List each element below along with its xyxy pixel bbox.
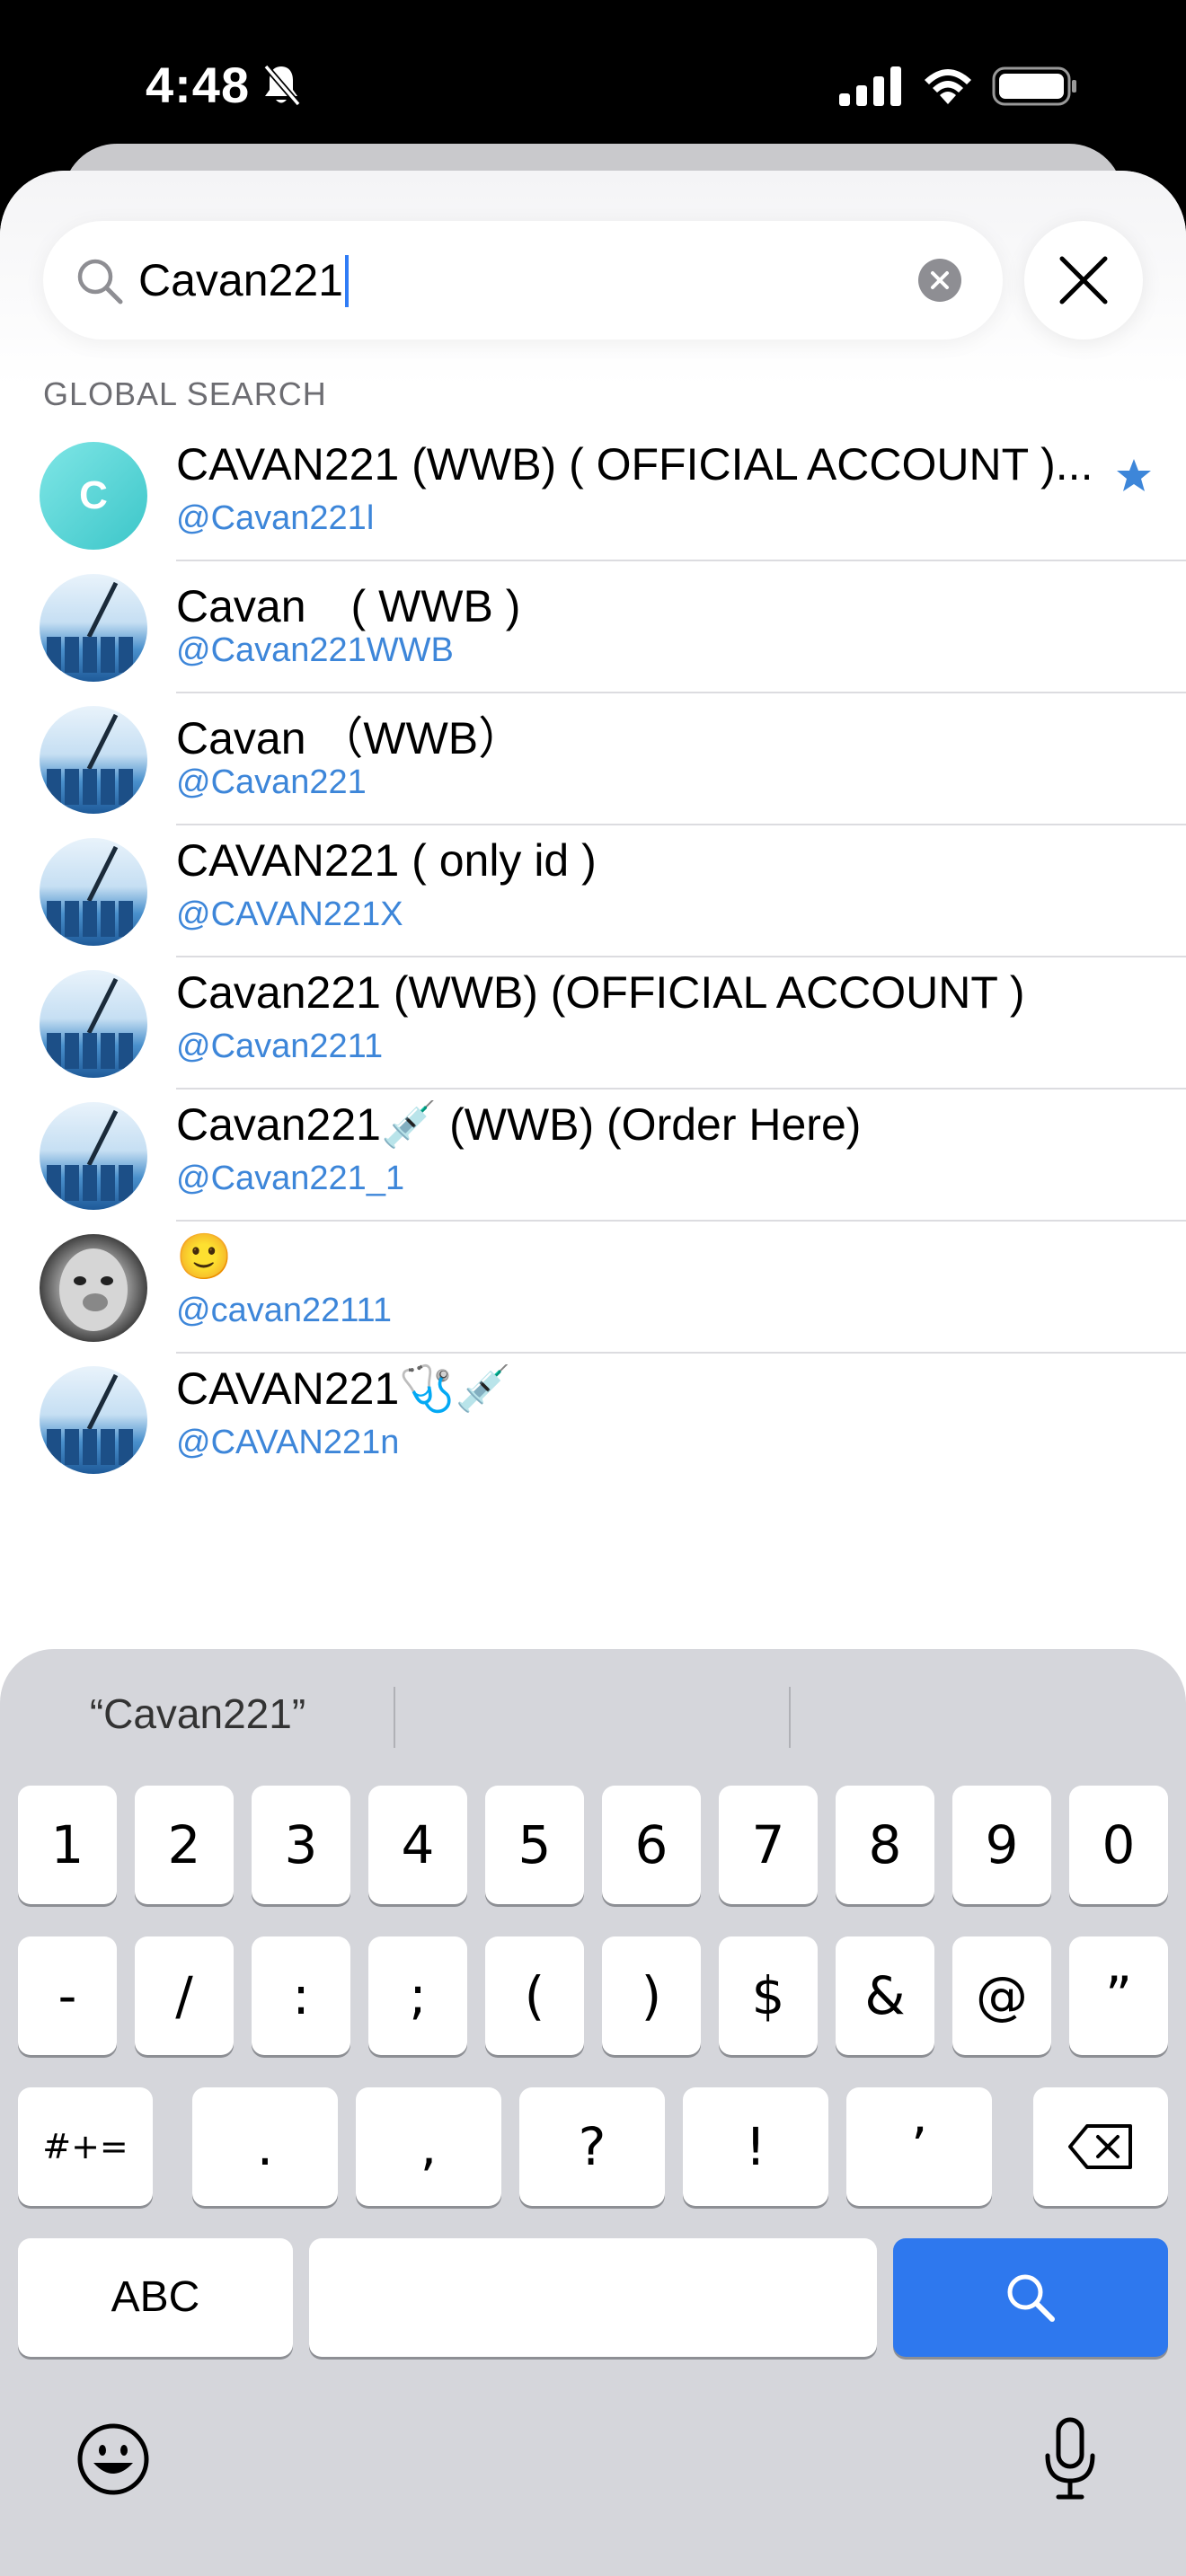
- key-semicolon[interactable]: ;: [368, 1936, 467, 2055]
- key-4[interactable]: 4: [368, 1786, 467, 1904]
- backspace-key[interactable]: [1033, 2087, 1168, 2206]
- key-period[interactable]: .: [192, 2087, 338, 2206]
- result-title: Cavan ( WWB ): [176, 581, 521, 631]
- status-time: 4:48: [146, 57, 251, 113]
- vial-image: [47, 713, 133, 805]
- key-9[interactable]: 9: [952, 1786, 1051, 1904]
- result-title: 🙂: [176, 1231, 233, 1282]
- vial-image: [47, 977, 133, 1069]
- vial-image: [47, 1373, 133, 1465]
- key-apostrophe[interactable]: ’: [846, 2087, 992, 2206]
- key-symbols-toggle[interactable]: #+=: [18, 2087, 153, 2206]
- vial-image: [47, 845, 133, 937]
- key-colon[interactable]: :: [252, 1936, 350, 2055]
- key-5[interactable]: 5: [485, 1786, 584, 1904]
- suggestion-divider: [394, 1687, 395, 1748]
- result-handle: @cavan22111: [176, 1292, 393, 1329]
- search-results-list: C CAVAN221 (WWB) ( OFFICIAL ACCOUNT )...…: [0, 429, 1186, 1486]
- backspace-icon: [1068, 2124, 1132, 2169]
- key-at[interactable]: @: [952, 1936, 1051, 2055]
- result-row[interactable]: 🙂 @cavan22111: [0, 1222, 1186, 1354]
- avatar: [40, 1102, 147, 1210]
- search-query-text: Cavan221: [138, 255, 343, 305]
- avatar: [40, 838, 147, 946]
- section-label-global-search: GLOBAL SEARCH: [43, 375, 327, 412]
- key-6[interactable]: 6: [602, 1786, 701, 1904]
- cellular-signal-icon: [839, 66, 901, 106]
- key-1[interactable]: 1: [18, 1786, 117, 1904]
- search-icon: [77, 259, 123, 304]
- result-handle: @CAVAN221X: [176, 895, 403, 933]
- key-quote[interactable]: ”: [1069, 1936, 1168, 2055]
- key-question[interactable]: ?: [519, 2087, 665, 2206]
- keyboard: “Cavan221” 1 2 3 4 5 6 7 8 9 0 - / : ; (…: [0, 1649, 1186, 2576]
- key-ampersand[interactable]: &: [836, 1936, 934, 2055]
- avatar: [40, 574, 147, 682]
- key-comma[interactable]: ,: [356, 2087, 501, 2206]
- vial-image: [47, 581, 133, 673]
- search-submit-button[interactable]: [893, 2238, 1168, 2357]
- key-hyphen[interactable]: -: [18, 1936, 117, 2055]
- avatar: [40, 1366, 147, 1474]
- result-row[interactable]: Cavan221 (WWB) (OFFICIAL ACCOUNT ) @Cava…: [0, 957, 1186, 1090]
- face-image: [59, 1248, 128, 1331]
- result-handle: @Cavan2211: [176, 1028, 384, 1065]
- close-icon: [1059, 256, 1108, 304]
- avatar: [40, 706, 147, 814]
- result-handle: @Cavan221WWB: [176, 631, 454, 669]
- search-icon: [1007, 2274, 1055, 2322]
- avatar: C: [40, 442, 147, 550]
- key-7[interactable]: 7: [719, 1786, 818, 1904]
- result-row[interactable]: Cavan （WWB） @Cavan221: [0, 693, 1186, 825]
- result-row[interactable]: Cavan ( WWB ) @Cavan221WWB: [0, 561, 1186, 693]
- suggestion-bar: “Cavan221”: [0, 1678, 1186, 1750]
- key-exclamation[interactable]: !: [683, 2087, 828, 2206]
- clear-x-glyph: [931, 271, 949, 289]
- key-3[interactable]: 3: [252, 1786, 350, 1904]
- result-title: Cavan221 (WWB) (OFFICIAL ACCOUNT ): [176, 967, 1025, 1018]
- search-header: Cavan221: [0, 171, 1186, 386]
- result-title: Cavan （WWB）: [176, 713, 524, 763]
- result-row[interactable]: CAVAN221 ( only id ) @CAVAN221X: [0, 825, 1186, 957]
- key-dollar[interactable]: $: [719, 1936, 818, 2055]
- close-search-button[interactable]: [1024, 221, 1143, 340]
- avatar: [40, 970, 147, 1078]
- bell-muted-icon: [263, 64, 301, 107]
- key-open-paren[interactable]: (: [485, 1936, 584, 2055]
- result-handle: @CAVAN221n: [176, 1424, 400, 1461]
- key-2[interactable]: 2: [135, 1786, 234, 1904]
- result-handle: @Cavan221: [176, 763, 367, 801]
- clear-circle-icon[interactable]: [918, 259, 961, 302]
- result-row[interactable]: C CAVAN221 (WWB) ( OFFICIAL ACCOUNT )...…: [0, 429, 1186, 561]
- result-handle: @Cavan221l: [176, 499, 375, 537]
- key-abc[interactable]: ABC: [18, 2238, 293, 2357]
- search-query[interactable]: Cavan221: [138, 251, 349, 309]
- avatar: [40, 1234, 147, 1342]
- text-caret: [344, 254, 349, 307]
- status-bar: 4:48: [0, 0, 1186, 153]
- result-title: Cavan221💉 (WWB) (Order Here): [176, 1099, 862, 1150]
- search-input[interactable]: Cavan221: [43, 221, 1003, 340]
- key-0[interactable]: 0: [1069, 1786, 1168, 1904]
- key-8[interactable]: 8: [836, 1786, 934, 1904]
- wifi-icon: [925, 69, 971, 104]
- vial-image: [47, 1109, 133, 1201]
- key-close-paren[interactable]: ): [602, 1936, 701, 2055]
- key-slash[interactable]: /: [135, 1936, 234, 2055]
- battery-icon: [992, 66, 1076, 106]
- emoji-icon[interactable]: [75, 2422, 151, 2497]
- verified-star-icon: [1117, 459, 1151, 491]
- result-title: CAVAN221 ( only id ): [176, 835, 597, 886]
- result-row[interactable]: CAVAN221🩺💉 @CAVAN221n: [0, 1354, 1186, 1486]
- result-handle: @Cavan221_1: [176, 1160, 405, 1197]
- space-key[interactable]: [309, 2238, 877, 2357]
- result-title: CAVAN221 (WWB) ( OFFICIAL ACCOUNT )...: [176, 439, 1093, 490]
- result-row[interactable]: Cavan221💉 (WWB) (Order Here) @Cavan221_1: [0, 1090, 1186, 1222]
- suggestion-item[interactable]: “Cavan221”: [0, 1678, 395, 1750]
- microphone-icon[interactable]: [1040, 2416, 1100, 2502]
- result-title: CAVAN221🩺💉: [176, 1363, 511, 1414]
- suggestion-divider: [789, 1687, 791, 1748]
